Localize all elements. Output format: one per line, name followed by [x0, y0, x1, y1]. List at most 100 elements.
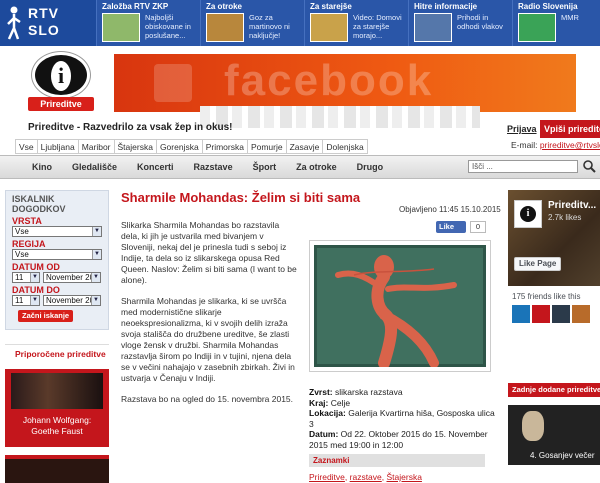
chevron-down-icon: ▼ [92, 250, 101, 259]
region-tab-gorenjska[interactable]: Gorenjska [156, 139, 203, 154]
region-tab-ljubljana[interactable]: Ljubljana [37, 139, 79, 154]
login-link[interactable]: Prijava [507, 124, 537, 134]
nav-koncerti[interactable]: Koncerti [127, 155, 184, 179]
datum-do-month-select[interactable]: November 20 ▼ [43, 295, 101, 306]
promo-hitre-informacije[interactable]: Hitre informacije Prihodi in odhodi vlak… [408, 0, 512, 46]
latest-events-title: Zadnje dodane prireditve [508, 383, 600, 397]
article-paragraph: Sharmila Mohandas je slikarka, ki se uvr… [121, 296, 295, 383]
datum-do-day-select[interactable]: 11 ▼ [12, 295, 40, 306]
datum-od-day: 11 [15, 273, 24, 282]
kraj-value: Celje [330, 397, 351, 408]
region-tab-pomurje[interactable]: Pomurje [247, 139, 287, 154]
prireditve-logo[interactable]: i Prireditve [26, 52, 96, 112]
tag-link[interactable]: razstave [350, 472, 382, 482]
promo-title: Hitre informacije [414, 2, 478, 11]
like-page-button[interactable]: Like Page [514, 257, 562, 271]
friends-like-text: 175 friends like this [512, 292, 581, 301]
start-search-button[interactable]: Začni iskanje [18, 310, 74, 322]
friends-thumbnails [508, 305, 600, 323]
facebook-likes: 2.7k likes [548, 213, 582, 222]
chevron-down-icon: ▼ [91, 296, 100, 305]
contact-email: E-mail: prireditve@rtvslo.si [511, 140, 600, 150]
regija-select[interactable]: Vse ▼ [12, 249, 102, 260]
search-input[interactable]: Išči ... [468, 160, 578, 173]
vrsta-label: VRSTA [12, 216, 42, 226]
nav-gledalisce[interactable]: Gledališče [62, 155, 127, 179]
like-count: 0 [470, 221, 486, 233]
chevron-down-icon: ▼ [91, 273, 100, 282]
nav-razstave[interactable]: Razstave [184, 155, 243, 179]
vrsta-select[interactable]: Vse ▼ [12, 226, 102, 237]
chevron-down-icon: ▼ [30, 296, 39, 305]
promo-title: Za starejše [310, 2, 352, 11]
facebook-banner[interactable]: facebook [114, 54, 576, 112]
register-event-button[interactable]: Vpiši prireditev [540, 120, 600, 138]
recommended-event-card[interactable]: Johann Wolfgang: Goethe Faust [5, 369, 109, 447]
region-tab-stajerska[interactable]: Štajerska [114, 139, 157, 154]
article: Sharmile Mohandas: Želim si biti sama Ob… [121, 190, 501, 482]
recommended-event-image [11, 373, 103, 409]
dancing-figure-illustration [314, 245, 486, 367]
facebook-f-icon [154, 64, 192, 102]
region-tab-vse[interactable]: Vse [15, 139, 38, 154]
promo-thumbnail [414, 13, 452, 42]
promo-za-otroke[interactable]: Za otroke Goz za martinovo ni naključje! [200, 0, 304, 46]
nav-sport[interactable]: Šport [243, 155, 287, 179]
datum-od-month: November 20 [46, 273, 95, 282]
rtv-topbar: RTV SLO Založba RTV ZKP Najboljši obisko… [0, 0, 600, 46]
tags-list: Prireditve, razstave, Štajerska [309, 472, 422, 482]
latest-event-card[interactable]: 4. Gosanjev večer [508, 405, 600, 465]
right-sidebar: i Prireditv... 2.7k likes Like Page 175 … [508, 190, 600, 465]
friend-thumbnail[interactable] [572, 305, 590, 323]
nav-za-otroke[interactable]: Za otroke [286, 155, 347, 179]
zvrst-value: slikarska razstava [335, 387, 403, 397]
rtv-slo-logo[interactable]: RTV SLO [0, 0, 96, 46]
friend-thumbnail[interactable] [552, 305, 570, 323]
datum-od-label: DATUM OD [12, 262, 60, 272]
region-tab-maribor[interactable]: Maribor [78, 139, 115, 154]
tag-link[interactable]: Štajerska [387, 472, 422, 482]
region-tab-primorska[interactable]: Primorska [202, 139, 248, 154]
artwork-image[interactable] [309, 240, 491, 372]
promo-zalozba[interactable]: Založba RTV ZKP Najboljši obiskovane in … [96, 0, 200, 46]
email-link[interactable]: prireditve@rtvslo.si [540, 140, 600, 150]
lokacija-label: Lokacija: [309, 408, 346, 418]
datum-od-day-select[interactable]: 11 ▼ [12, 272, 40, 283]
datum-od-month-select[interactable]: November 20 ▼ [43, 272, 101, 283]
facebook-like-button[interactable]: Like [436, 221, 466, 233]
datum-do-row: 11 ▼ November 20 ▼ [12, 295, 102, 306]
facebook-page-widget[interactable]: i Prireditv... 2.7k likes Like Page [508, 190, 600, 286]
promo-radio-slovenija[interactable]: Radio Slovenija MMR [512, 0, 592, 46]
latest-event-image [522, 411, 544, 441]
friend-thumbnail[interactable] [532, 305, 550, 323]
info-icon: i [32, 52, 90, 98]
recommended-event-caption: Johann Wolfgang: Goethe Faust [22, 415, 92, 436]
nav-drugo[interactable]: Drugo [347, 155, 394, 179]
site-slogan: Prireditve - Razvedrilo za vsak žep in o… [28, 122, 233, 133]
regija-value: Vse [15, 250, 29, 259]
region-tab-zasavje[interactable]: Zasavje [286, 139, 324, 154]
promo-title: Radio Slovenija [518, 2, 578, 11]
search-icon[interactable] [582, 159, 597, 174]
chevron-down-icon: ▼ [92, 227, 101, 236]
search-box-title: ISKALNIK DOGODKOV [12, 194, 66, 214]
promo-za-starejse[interactable]: Za starejše Video: Domovi za starejše mo… [304, 0, 408, 46]
promo-title: Za otroke [206, 2, 243, 11]
recommended-title: Priporočene prireditve [5, 344, 109, 359]
latest-event-caption: 4. Gosanjev večer [530, 451, 595, 460]
like-page-label: Like Page [519, 259, 557, 268]
article-paragraph: Slikarka Sharmila Mohandas bo razstavila… [121, 220, 297, 285]
zvrst-label: Zvrst: [309, 387, 333, 397]
promo-thumbnail [310, 13, 348, 42]
painting [314, 245, 486, 367]
region-tab-dolenjska[interactable]: Dolenjska [323, 139, 368, 154]
recommended-event-card-2[interactable] [5, 455, 109, 483]
regija-label: REGIJA [12, 239, 46, 249]
friend-thumbnail[interactable] [512, 305, 530, 323]
tag-link[interactable]: Prireditve [309, 472, 345, 482]
left-sidebar: ISKALNIK DOGODKOV VRSTA Vse ▼ REGIJA Vse ▼… [5, 190, 109, 483]
nav-kino[interactable]: Kino [22, 155, 62, 179]
banner-word: facebook [224, 56, 434, 105]
logo-label: Prireditve [28, 97, 94, 111]
email-label: E-mail: [511, 140, 538, 150]
